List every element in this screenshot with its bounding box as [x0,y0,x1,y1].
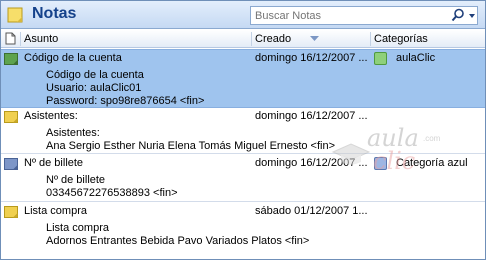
note-preview-line: Lista compra [46,222,109,234]
notes-icon [7,7,23,23]
note-created: domingo 16/12/2007 ... [255,52,368,64]
column-divider[interactable] [20,32,21,46]
note-icon [4,111,18,123]
watermark-brand-clic: clic [373,147,416,175]
note-preview-line: Password: spo98re876654 <fin> [46,95,205,107]
note-icon [4,53,18,65]
note-created: sábado 01/12/2007 1... [255,205,368,217]
note-preview-line: Asistentes: [46,127,100,139]
column-divider[interactable] [370,32,371,46]
column-divider[interactable] [251,32,252,46]
note-subject: Lista compra [24,205,87,217]
note-icon [4,158,18,170]
sort-descending-icon [310,36,319,41]
note-category: aulaClic [396,52,436,64]
search-icon[interactable] [451,8,465,23]
watermark-domain: .com [423,134,441,143]
graduation-cap-icon [331,143,371,165]
aulaclic-watermark: aula .com clic [329,120,441,180]
note-row[interactable]: Lista compra sábado 01/12/2007 1... List… [1,203,485,249]
column-subject[interactable]: Asunto [24,30,58,48]
column-categories[interactable]: Categorías [374,30,428,48]
note-subject: Nº de billete [24,157,84,169]
notes-window: Notas Asunto Creado Categorías [0,0,486,260]
note-subject: Código de la cuenta [24,52,122,64]
note-preview-line: 03345672276538893 <fin> [46,187,178,199]
note-preview-line: Usuario: aulaClic01 [46,82,142,94]
note-subject: Asistentes: [24,110,78,122]
column-header-bar: Asunto Creado Categorías [1,30,485,48]
search-input[interactable] [251,7,441,24]
document-icon[interactable] [5,32,16,45]
page-title: Notas [32,5,77,22]
category-color-swatch [374,52,387,65]
notes-header: Notas [1,1,485,29]
note-preview-line: Adornos Entrantes Bebida Pavo Variados P… [46,235,310,247]
note-icon [4,206,18,218]
row-divider [1,201,485,202]
note-preview-line: Nº de billete [46,174,106,186]
note-preview-line: Ana Sergio Esther Nuria Elena Tomás Migu… [46,140,336,152]
note-row[interactable]: Código de la cuenta domingo 16/12/2007 .… [1,49,485,108]
column-created[interactable]: Creado [255,30,291,48]
chevron-down-icon[interactable] [467,8,477,23]
note-preview-line: Código de la cuenta [46,69,144,81]
search-box[interactable] [250,6,478,25]
